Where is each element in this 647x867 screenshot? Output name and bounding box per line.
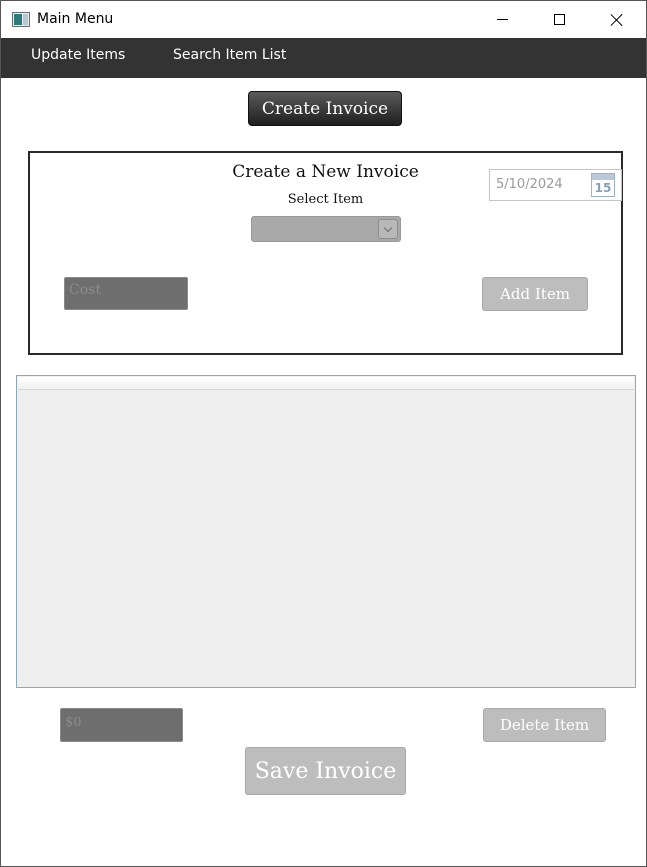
chevron-down-icon <box>383 223 393 232</box>
date-picker[interactable]: 5/10/2024 15 <box>489 169 622 201</box>
invoice-panel: Create a New Invoice Select Item 5/10/20… <box>28 151 623 355</box>
menu-item-search-item-list[interactable]: Search Item List <box>173 47 286 63</box>
menu-item-update-items[interactable]: Update Items <box>31 47 125 63</box>
invoice-items-table[interactable] <box>16 375 636 688</box>
main-window: Main Menu Update Items Search Item List … <box>0 0 647 867</box>
menu-bar: Update Items Search Item List <box>1 38 646 78</box>
close-icon <box>610 13 624 27</box>
create-invoice-button[interactable]: Create Invoice <box>248 91 402 126</box>
delete-item-button[interactable]: Delete Item <box>483 708 606 742</box>
calendar-day: 15 <box>594 181 612 195</box>
table-header <box>18 377 634 390</box>
cost-input[interactable]: Cost <box>64 277 188 310</box>
item-select[interactable] <box>251 216 401 242</box>
close-button[interactable] <box>594 1 640 38</box>
maximize-button[interactable] <box>536 1 582 38</box>
minimize-button[interactable] <box>479 1 525 38</box>
total-field: $0 <box>60 708 183 742</box>
app-window-icon <box>12 12 30 27</box>
window-title: Main Menu <box>37 11 114 27</box>
save-invoice-button[interactable]: Save Invoice <box>245 747 406 795</box>
add-item-button[interactable]: Add Item <box>482 277 588 311</box>
calendar-icon[interactable]: 15 <box>591 173 615 197</box>
dropdown-button[interactable] <box>378 219 398 239</box>
date-field[interactable]: 5/10/2024 <box>496 177 563 192</box>
minimize-icon <box>496 19 508 20</box>
title-bar: Main Menu <box>1 1 646 38</box>
maximize-icon <box>553 14 565 25</box>
